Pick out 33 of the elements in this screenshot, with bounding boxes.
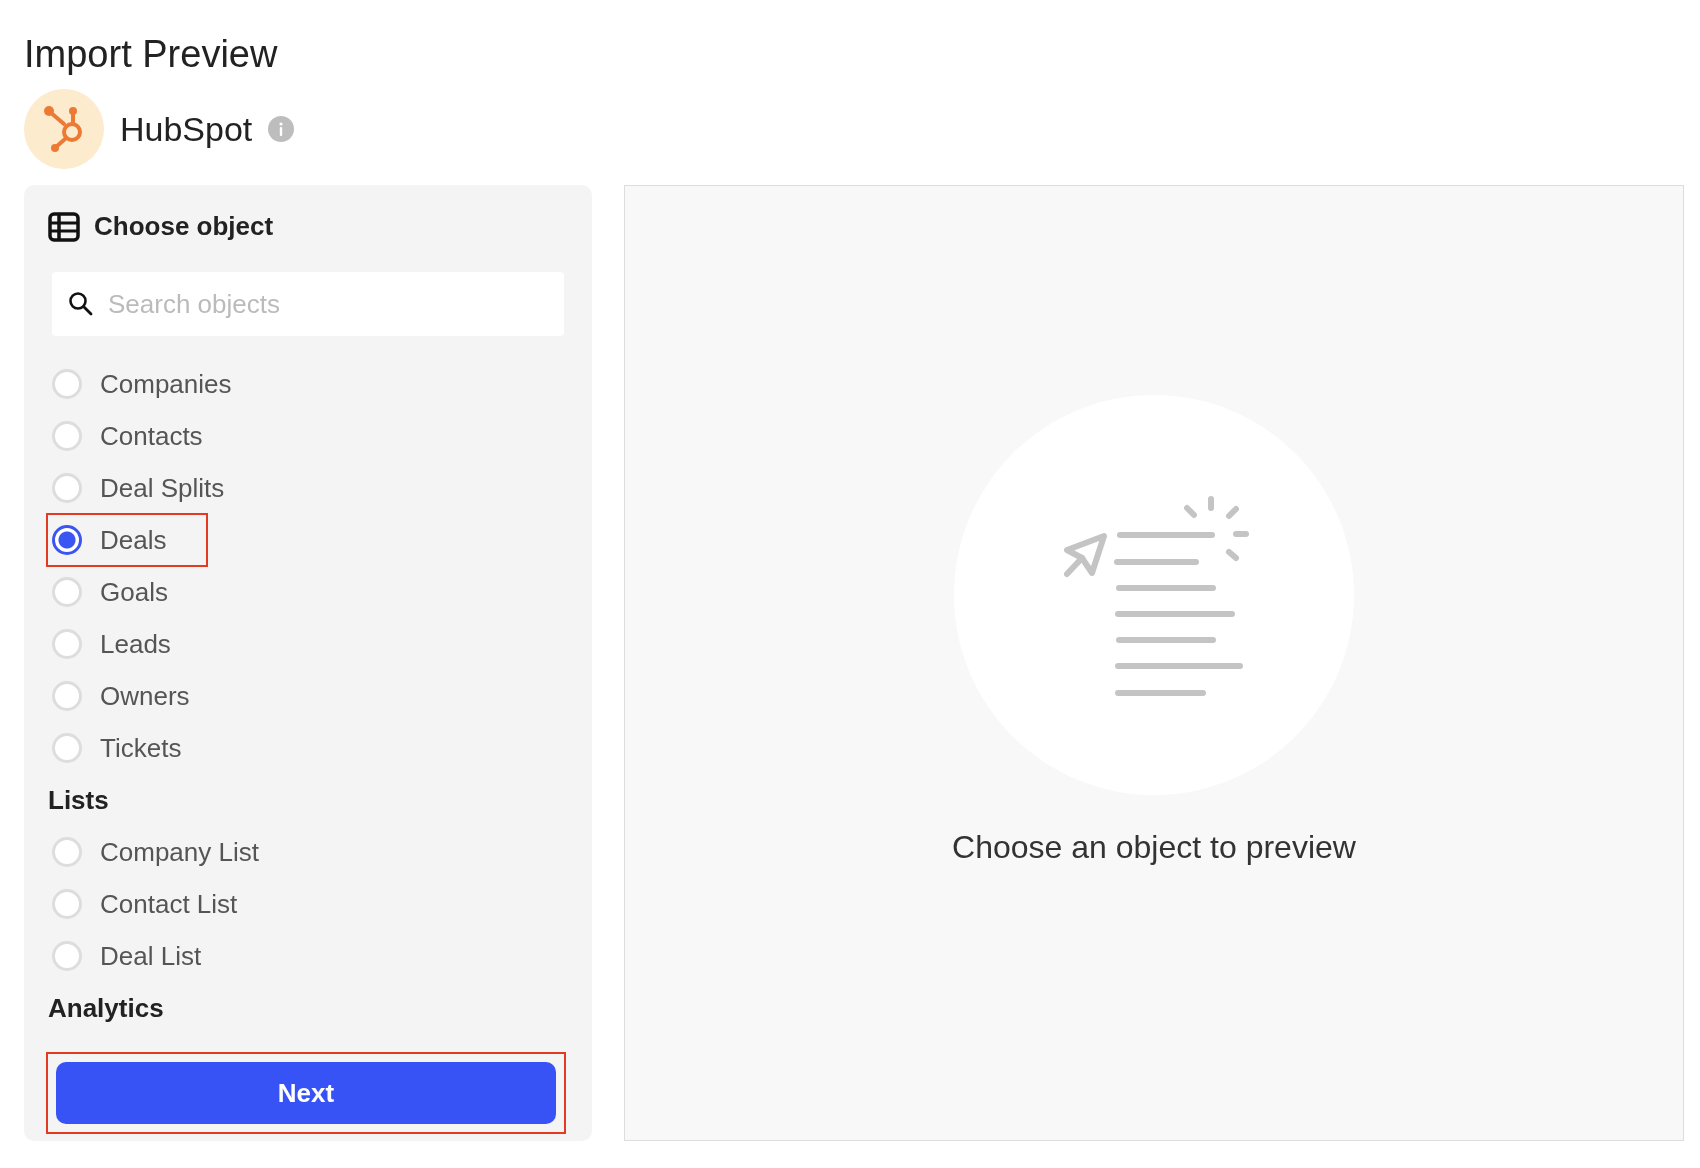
- radio-option[interactable]: Contact List: [48, 879, 278, 930]
- option-label: Deal Splits: [100, 471, 225, 505]
- panel-heading: Choose object: [94, 210, 274, 244]
- radio-option[interactable]: Companies: [48, 359, 272, 410]
- source-name: HubSpot: [120, 108, 253, 150]
- radio-option[interactable]: Deal List: [48, 931, 242, 982]
- option-label: Leads: [100, 627, 171, 661]
- option-label: Owners: [100, 679, 190, 713]
- radio-option[interactable]: Tickets: [48, 723, 222, 774]
- highlighted-radio-option[interactable]: Deals: [48, 515, 207, 566]
- option-label: Contact List: [100, 887, 238, 921]
- section-heading: Analytics: [48, 991, 165, 1025]
- radio-option[interactable]: Goals: [48, 567, 208, 618]
- option-label: Company List: [100, 835, 259, 869]
- option-label: Deals: [100, 523, 167, 557]
- empty-state-message: Choose an object to preview: [952, 828, 1356, 868]
- radio-option[interactable]: Leads: [48, 619, 211, 670]
- option-label: Companies: [100, 367, 232, 401]
- radio-option[interactable]: Contacts: [48, 411, 243, 462]
- section-heading: Lists: [48, 783, 110, 817]
- next-button[interactable]: Next: [56, 1062, 556, 1125]
- radio-option[interactable]: Deal Splits: [48, 463, 265, 514]
- page-title: Import Preview: [24, 32, 279, 77]
- option-label: Tickets: [100, 731, 182, 765]
- radio-button[interactable]: [52, 525, 82, 556]
- option-label: Deal List: [100, 939, 202, 973]
- option-label: Goals: [100, 575, 168, 609]
- radio-option[interactable]: Owners: [48, 671, 230, 722]
- search-field[interactable]: Search objects: [52, 272, 564, 337]
- info-icon[interactable]: [268, 116, 295, 143]
- radio-option[interactable]: Company List: [48, 827, 299, 878]
- table-icon: [48, 211, 80, 242]
- option-label: Contacts: [100, 419, 203, 453]
